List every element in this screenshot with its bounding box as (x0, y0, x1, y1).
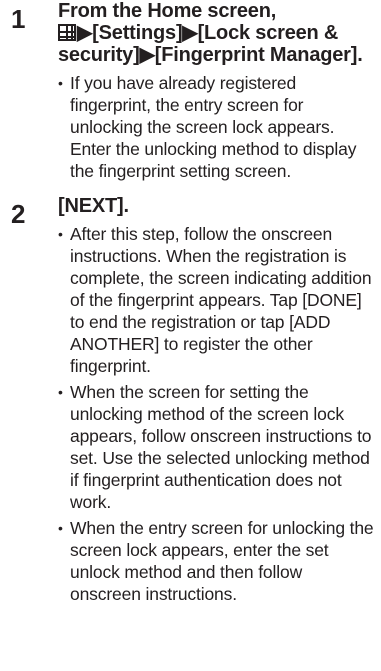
bullet-item: After this step, follow the onscreen ins… (58, 223, 374, 377)
step-number: 1 (11, 4, 26, 34)
step-title: From the Home screen, ▶[Settings]▶[Lock … (58, 0, 374, 66)
step-number: 2 (11, 199, 26, 229)
instruction-page: 1 From the Home screen, ▶[Settings]▶[Loc… (0, 0, 381, 671)
bullet-list: After this step, follow the onscreen ins… (58, 223, 374, 605)
apps-grid-icon (58, 24, 76, 41)
bullet-item: If you have already registered fingerpri… (58, 72, 374, 182)
bullet-item: When the screen for setting the unlockin… (58, 381, 374, 513)
bullet-list: If you have already registered fingerpri… (58, 72, 374, 182)
step-body: From the Home screen, ▶[Settings]▶[Lock … (58, 0, 374, 186)
step-title-part2: ▶[Settings]▶[Lock screen & security]▶[Fi… (58, 22, 363, 66)
step-title: [NEXT]. (58, 195, 129, 217)
step-title-part1: From the Home screen, (58, 0, 277, 22)
bullet-item: When the entry screen for unlocking the … (58, 517, 374, 605)
step-body: [NEXT]. After this step, follow the onsc… (58, 195, 374, 609)
